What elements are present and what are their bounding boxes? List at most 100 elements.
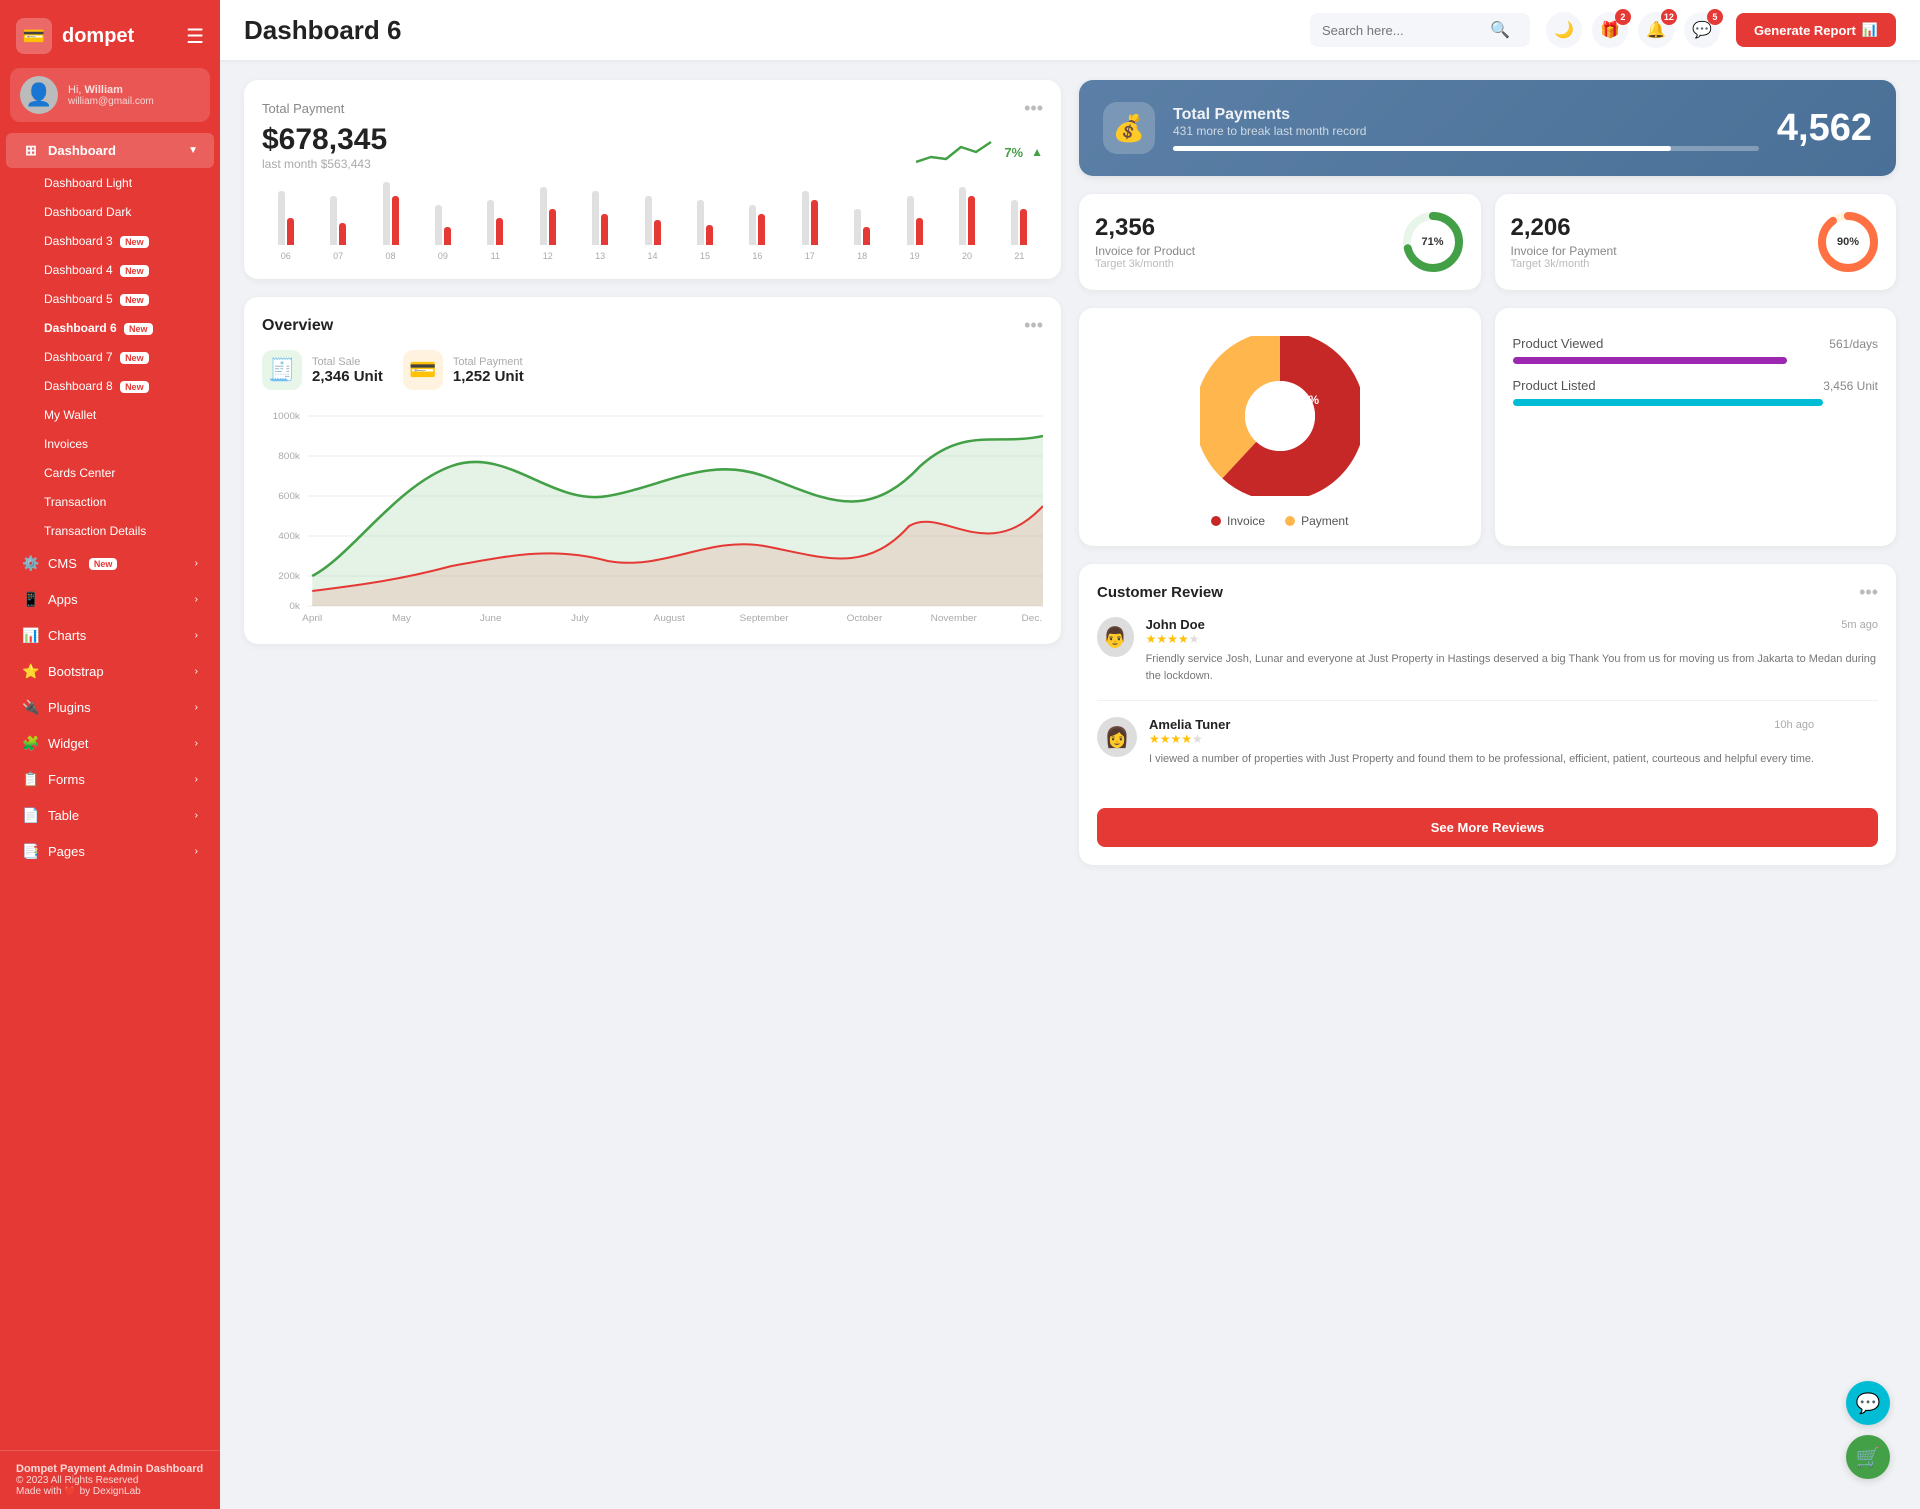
more-options-button[interactable]: ••• xyxy=(1859,582,1878,603)
overview-stats: 🧾 Total Sale 2,346 Unit 💳 Total Payment … xyxy=(262,350,1043,390)
nav-item-table[interactable]: 📄 Table › xyxy=(6,798,214,833)
nav-item-cms[interactable]: ⚙️ CMS New › xyxy=(6,546,214,581)
product-listed-label: Product Listed xyxy=(1513,378,1596,393)
messages-badge: 5 xyxy=(1707,9,1723,25)
search-input[interactable] xyxy=(1322,23,1482,38)
sidebar-item-cards-center[interactable]: Cards Center xyxy=(6,459,214,487)
bar-pair xyxy=(330,196,346,246)
nav-item-bootstrap[interactable]: ⭐ Bootstrap › xyxy=(6,654,214,689)
bar-red xyxy=(339,223,346,246)
payment-dot xyxy=(1285,516,1295,526)
nav-item-forms[interactable]: 📋 Forms › xyxy=(6,762,214,797)
svg-text:April: April xyxy=(302,613,322,623)
chevron-right-icon: › xyxy=(195,810,198,821)
sidebar-item-dashboard-5[interactable]: Dashboard 5 New xyxy=(6,285,214,313)
product-listed-value: 3,456 Unit xyxy=(1823,379,1878,393)
bar-group: 17 xyxy=(786,191,833,261)
svg-text:September: September xyxy=(740,613,790,623)
chevron-right-icon: › xyxy=(195,630,198,641)
svg-text:400k: 400k xyxy=(278,531,300,541)
bar-pair xyxy=(697,200,713,245)
bar-group: 08 xyxy=(367,182,414,261)
review-item: 👩 Amelia Tuner 10h ago ★★★★★ I viewed a … xyxy=(1097,717,1878,784)
review-text: I viewed a number of properties with Jus… xyxy=(1149,751,1814,768)
apps-icon: 📱 xyxy=(22,591,40,608)
reviewer-avatar: 👨 xyxy=(1097,617,1134,657)
invoice-payment-info: 2,206 Invoice for Payment Target 3k/mont… xyxy=(1511,214,1805,270)
bar-red xyxy=(968,196,975,246)
sidebar-item-dashboard-6[interactable]: Dashboard 6 New xyxy=(6,314,214,342)
sidebar-item-dashboard-4[interactable]: Dashboard 4 New xyxy=(6,256,214,284)
gift-button[interactable]: 🎁 2 xyxy=(1592,12,1628,48)
bar-label: 16 xyxy=(752,251,762,261)
nav-item-widget[interactable]: 🧩 Widget › xyxy=(6,726,214,761)
bar-pair xyxy=(907,196,923,246)
sidebar-item-my-wallet[interactable]: My Wallet xyxy=(6,401,214,429)
product-stats-card: Product Viewed 561/days Product Listed 3… xyxy=(1495,308,1897,546)
total-payment-label: Total Payment xyxy=(262,101,344,116)
review-time: 10h ago xyxy=(1774,719,1814,731)
review-content: John Doe 5m ago ★★★★★ Friendly service J… xyxy=(1146,617,1878,684)
svg-text:0k: 0k xyxy=(289,601,300,611)
support-button[interactable]: 💬 xyxy=(1846,1381,1890,1425)
nav-item-charts[interactable]: 📊 Charts › xyxy=(6,618,214,653)
bar-pair xyxy=(435,205,451,246)
product-donut-pct: 71% xyxy=(1421,236,1443,248)
cart-button[interactable]: 🛒 xyxy=(1846,1435,1890,1479)
total-payment-label: Total Payment xyxy=(453,356,524,368)
total-payment-stat: 💳 Total Payment 1,252 Unit xyxy=(403,350,524,390)
notifications-button[interactable]: 🔔 12 xyxy=(1638,12,1674,48)
total-payments-blue-card: 💰 Total Payments 431 more to break last … xyxy=(1079,80,1896,176)
footer-made: Made with ❤️ by DexignLab xyxy=(16,1486,204,1497)
see-more-reviews-button[interactable]: See More Reviews xyxy=(1097,808,1878,847)
total-sale-value: 2,346 Unit xyxy=(312,368,383,385)
bar-group: 19 xyxy=(891,196,938,262)
bar-red xyxy=(1020,209,1027,245)
theme-toggle-button[interactable]: 🌙 xyxy=(1546,12,1582,48)
nav-item-dashboard[interactable]: ⊞ Dashboard ▼ xyxy=(6,133,214,168)
bar-pair xyxy=(959,187,975,246)
bar-chart: 060708091112131415161718192021 xyxy=(262,181,1043,261)
bar-pair xyxy=(487,200,503,245)
sidebar-item-invoices[interactable]: Invoices xyxy=(6,430,214,458)
search-box[interactable]: 🔍 xyxy=(1310,13,1530,47)
product-viewed-stat: Product Viewed 561/days xyxy=(1513,336,1879,364)
bar-gray xyxy=(383,182,390,245)
review-title: Customer Review xyxy=(1097,584,1223,601)
nav-item-apps[interactable]: 📱 Apps › xyxy=(6,582,214,617)
hamburger-icon[interactable]: ☰ xyxy=(186,24,204,49)
sidebar-item-dashboard-3[interactable]: Dashboard 3 New xyxy=(6,227,214,255)
sidebar-item-dashboard-light[interactable]: Dashboard Light xyxy=(6,169,214,197)
nav-item-pages[interactable]: 📑 Pages › xyxy=(6,834,214,869)
product-donut: 71% xyxy=(1401,210,1465,274)
generate-report-button[interactable]: Generate Report 📊 xyxy=(1736,13,1896,47)
trend-sparkline xyxy=(916,137,996,167)
product-listed-bar xyxy=(1513,399,1824,406)
sidebar-item-dashboard-dark[interactable]: Dashboard Dark xyxy=(6,198,214,226)
bar-pair xyxy=(854,209,870,245)
bar-gray xyxy=(592,191,599,245)
sidebar-item-dashboard-7[interactable]: Dashboard 7 New xyxy=(6,343,214,371)
invoice-payment-target: Target 3k/month xyxy=(1511,258,1805,270)
sidebar-item-transaction[interactable]: Transaction xyxy=(6,488,214,516)
sidebar-nav: ⊞ Dashboard ▼ Dashboard Light Dashboard … xyxy=(0,132,220,1450)
last-month-text: last month $563,443 xyxy=(262,157,371,171)
chevron-down-icon: ▼ xyxy=(188,145,198,156)
bar-group: 14 xyxy=(629,196,676,262)
messages-button[interactable]: 💬 5 xyxy=(1684,12,1720,48)
more-options-button[interactable]: ••• xyxy=(1024,315,1043,336)
sidebar-item-transaction-details[interactable]: Transaction Details xyxy=(6,517,214,545)
content: Total Payment ••• $678,345 last month $5… xyxy=(220,60,1920,1509)
pie-legend: Invoice Payment xyxy=(1097,514,1463,528)
bar-red xyxy=(863,227,870,245)
area-chart: 1000k 800k 600k 400k 200k 0k xyxy=(262,406,1043,626)
payment-donut-pct: 90% xyxy=(1837,236,1859,248)
tp-sub: 431 more to break last month record xyxy=(1173,124,1759,138)
bar-gray xyxy=(697,200,704,245)
bar-label: 17 xyxy=(805,251,815,261)
reviewer-name: John Doe xyxy=(1146,617,1205,632)
sidebar-item-dashboard-8[interactable]: Dashboard 8 New xyxy=(6,372,214,400)
nav-item-plugins[interactable]: 🔌 Plugins › xyxy=(6,690,214,725)
chevron-right-icon: › xyxy=(195,702,198,713)
more-options-button[interactable]: ••• xyxy=(1024,98,1043,119)
